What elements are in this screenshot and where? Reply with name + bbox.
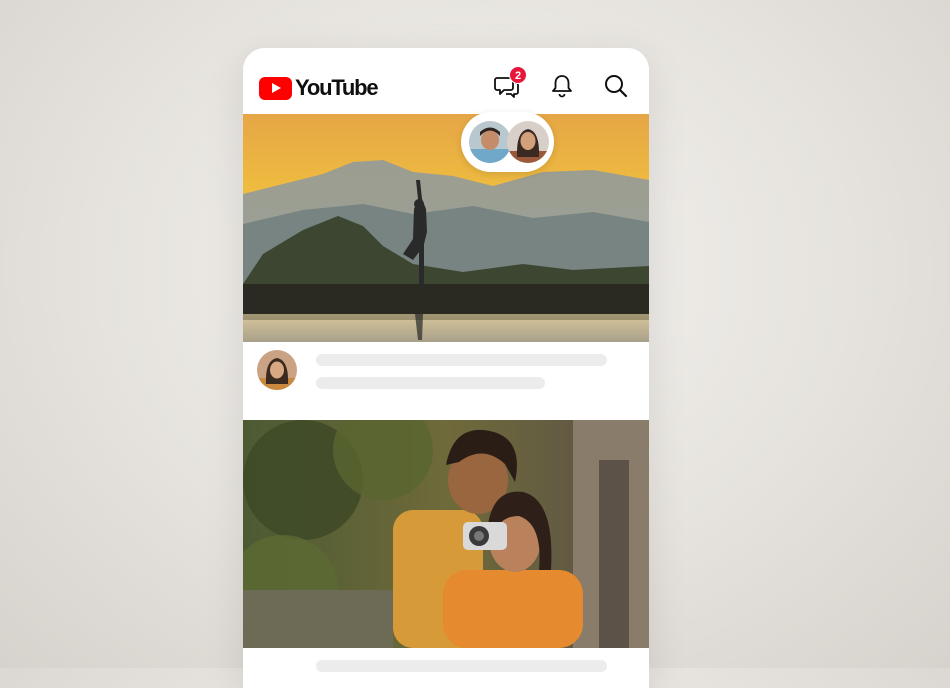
video-thumbnail-1[interactable] bbox=[243, 114, 649, 342]
top-app-bar: YouTube 2 bbox=[243, 48, 649, 114]
youtube-play-icon bbox=[259, 76, 292, 100]
bell-icon bbox=[552, 75, 572, 98]
notification-badge: 2 bbox=[509, 66, 527, 84]
channel-avatar[interactable] bbox=[257, 350, 297, 390]
search-button[interactable] bbox=[602, 72, 630, 100]
yoga-thumbnail-image bbox=[243, 114, 649, 342]
man-avatar bbox=[469, 121, 511, 163]
messages-button[interactable]: 2 bbox=[493, 66, 527, 100]
logo-text: YouTube bbox=[295, 75, 379, 100]
video-meta-row-2[interactable] bbox=[243, 648, 649, 688]
shared-viewers-bubble[interactable] bbox=[461, 112, 554, 172]
title-placeholder bbox=[316, 354, 607, 366]
woman-avatar bbox=[257, 350, 297, 390]
subtitle-placeholder bbox=[316, 377, 545, 389]
phone-frame: YouTube 2 bbox=[243, 48, 649, 688]
title-placeholder bbox=[316, 660, 607, 672]
notifications-button[interactable] bbox=[548, 72, 576, 100]
video-meta-row-1[interactable] bbox=[243, 342, 649, 420]
video-thumbnail-2[interactable] bbox=[243, 420, 649, 648]
youtube-logo[interactable]: YouTube bbox=[259, 75, 379, 101]
couple-camera-thumbnail-image bbox=[243, 420, 649, 648]
woman-avatar bbox=[507, 121, 549, 163]
search-icon bbox=[605, 75, 628, 98]
